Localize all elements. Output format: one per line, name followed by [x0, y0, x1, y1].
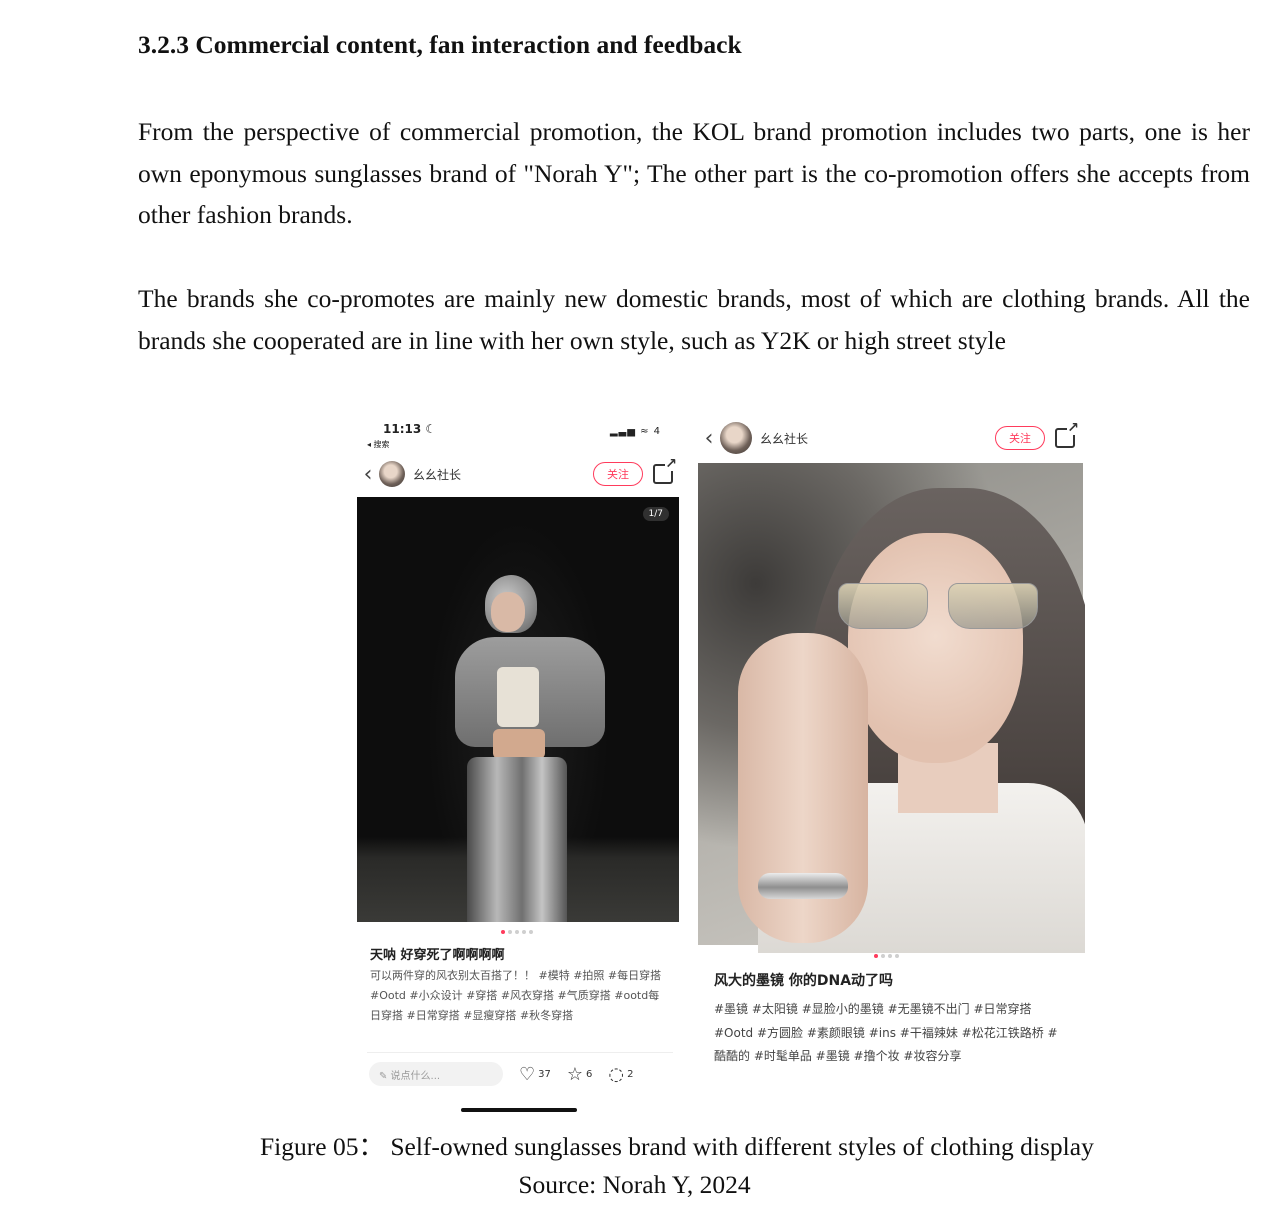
share-icon[interactable]: [653, 457, 677, 484]
share-icon[interactable]: [1055, 421, 1079, 448]
back-chevron-icon[interactable]: ‹: [357, 462, 379, 487]
comment-bar: ✎ 说点什么... ♡ 37 ☆ 6 ◌ 2: [369, 1060, 669, 1088]
carousel-dot: [508, 930, 512, 934]
right-post-screenshot: ‹ 幺幺社长 关注 风大的墨镜 你的DNA动了吗 #墨镜 #太阳镜 #显脸小的墨…: [698, 412, 1085, 1118]
photo-top: [497, 667, 539, 727]
like-button[interactable]: ♡ 37: [519, 1064, 551, 1085]
follow-button[interactable]: 关注: [995, 426, 1045, 450]
photo-waist: [493, 729, 545, 759]
comment-input[interactable]: ✎ 说点什么...: [369, 1062, 503, 1086]
comment-bubble-icon: ◌: [608, 1063, 625, 1085]
paragraph-co-promoted-brands: The brands she co-promotes are mainly ne…: [138, 284, 1250, 355]
back-chevron-icon[interactable]: ‹: [698, 426, 720, 451]
carousel-dots: [501, 930, 533, 934]
avatar[interactable]: [379, 461, 405, 487]
signal-wifi-battery-icon: ▂▃▅ ≈ 4: [609, 426, 661, 437]
paragraph-commercial-promotion: From the perspective of commercial promo…: [138, 117, 1250, 230]
carousel-dot: [895, 954, 899, 958]
star-icon: ☆: [566, 1063, 584, 1085]
back-to-search-link[interactable]: ◂ 搜索: [367, 439, 390, 450]
post-navbar: ‹ 幺幺社长 关注: [698, 420, 1085, 456]
favorite-button[interactable]: ☆ 6: [567, 1064, 593, 1085]
figure-source: Source: Norah Y, 2024: [518, 1170, 751, 1199]
author-name[interactable]: 幺幺社长: [760, 430, 808, 447]
comment-button[interactable]: ◌ 2: [608, 1064, 633, 1085]
left-post-screenshot: 11:13 ☾ ◂ 搜索 ▂▃▅ ≈ 4 ‹ 幺幺社长 关注 1/7 天呐 好穿…: [357, 412, 683, 1118]
like-count: 37: [538, 1068, 551, 1080]
section-heading: 3.2.3 Commercial content, fan interactio…: [138, 30, 742, 59]
comment-count: 2: [627, 1068, 634, 1080]
post-body: 可以两件穿的风衣别太百搭了！！ #模特 #拍照 #每日穿搭 #Ootd #小众设…: [370, 969, 662, 1022]
status-time: 11:13 ☾: [383, 422, 437, 436]
image-counter: 1/7: [642, 507, 669, 521]
sunglasses-lens: [838, 583, 928, 629]
photo-bracelet: [758, 873, 848, 899]
carousel-dot: [522, 930, 526, 934]
carousel-dot: [881, 954, 885, 958]
post-photo[interactable]: [698, 463, 1085, 953]
photo-face: [491, 592, 525, 632]
status-bar: 11:13 ☾ ◂ 搜索 ▂▃▅ ≈ 4: [357, 412, 683, 456]
post-title: 天呐 好穿死了啊啊啊啊: [370, 948, 505, 963]
post-photo[interactable]: 1/7: [357, 497, 679, 922]
photo-pants: [467, 757, 567, 922]
post-navbar: ‹ 幺幺社长 关注: [357, 456, 683, 492]
home-indicator: [461, 1108, 577, 1112]
post-title: 风大的墨镜 你的DNA动了吗: [714, 973, 894, 989]
carousel-dot: [874, 954, 878, 958]
follow-button[interactable]: 关注: [593, 462, 643, 486]
figure-caption: Figure 05： Self-owned sunglasses brand w…: [260, 1132, 1094, 1161]
sunglasses: [838, 583, 1038, 629]
divider: [367, 1052, 673, 1053]
carousel-dots: [874, 954, 899, 958]
heart-icon: ♡: [519, 1063, 536, 1085]
photo-face: [848, 533, 1023, 763]
carousel-dot: [515, 930, 519, 934]
carousel-dot: [888, 954, 892, 958]
author-name[interactable]: 幺幺社长: [413, 466, 461, 483]
favorite-count: 6: [586, 1068, 593, 1080]
carousel-dot: [501, 930, 505, 934]
carousel-dot: [529, 930, 533, 934]
sunglasses-lens: [948, 583, 1038, 629]
avatar[interactable]: [720, 422, 752, 454]
post-body: #墨镜 #太阳镜 #显脸小的墨镜 #无墨镜不出门 #日常穿搭 #Ootd #方圆…: [714, 1002, 1058, 1063]
